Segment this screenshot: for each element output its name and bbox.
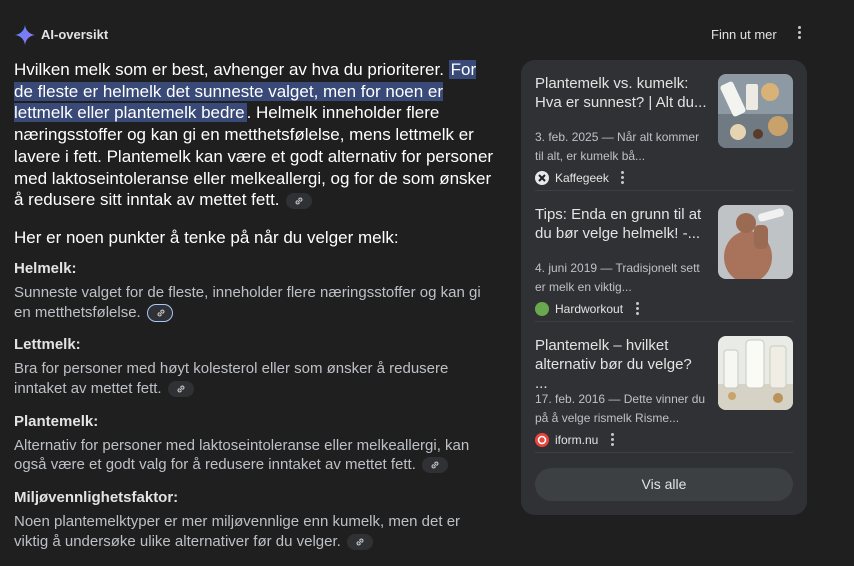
point-plantemelk: Plantemelk: Alternativ for personer med … (14, 413, 494, 475)
source-site[interactable]: iform.nu (535, 432, 616, 448)
source-options-icon[interactable] (619, 170, 627, 186)
point-title: Miljøvennlighetsfaktor: (14, 489, 179, 507)
point-title: Lettmelk: (14, 336, 81, 354)
point-text: Alternativ for personer med laktoseintol… (14, 436, 470, 474)
source-site[interactable]: Hardworkout (535, 301, 641, 317)
ai-overview-header: AI-oversikt Finn ut mer (14, 22, 814, 48)
source-site[interactable]: Kaffegeek (535, 170, 627, 186)
gemini-spark-icon (14, 24, 36, 46)
source-snippet: 17. feb. 2016 — Dette vinner du på å vel… (535, 392, 706, 425)
citation-link-icon[interactable] (146, 303, 173, 322)
ai-overview-content: Hvilken melk som er best, avhenger av hv… (14, 59, 494, 566)
source-options-icon[interactable] (633, 301, 641, 317)
point-helmelk: Helmelk: Sunneste valget for de fleste, … (14, 260, 494, 322)
source-site-name: iform.nu (555, 433, 599, 447)
source-title[interactable]: Plantemelk vs. kumelk: Hva er sunnest? |… (535, 74, 707, 112)
citation-link-icon[interactable] (286, 192, 313, 209)
point-text: Noen plantemelktyper er mer miljøvennlig… (14, 513, 461, 550)
point-lettmelk: Lettmelk: Bra for personer med høyt kole… (14, 336, 494, 398)
source-thumbnail[interactable] (718, 205, 793, 279)
source-card[interactable]: Plantemelk – hvilket alternativ bør du v… (535, 336, 793, 454)
intro-paragraph: Hvilken melk som er best, avhenger av hv… (14, 59, 494, 211)
source-snippet: 3. feb. 2025 — Når alt kommer til alt, e… (535, 130, 700, 163)
point-text: Bra for personer med høyt kolesterol ell… (14, 360, 449, 398)
divider (535, 452, 793, 453)
hardworkout-favicon-icon (535, 302, 549, 316)
source-site-name: Kaffegeek (555, 171, 609, 185)
citation-link-icon[interactable] (422, 457, 449, 474)
points-heading: Her er noen punkter å tenke på når du ve… (14, 227, 399, 247)
point-miljo: Miljøvennlighetsfaktor: Noen plantemelkt… (14, 489, 494, 551)
divider (535, 190, 793, 191)
intro-text-start: Hvilken melk som er best, avhenger av hv… (14, 60, 449, 79)
iform-favicon-icon (535, 433, 549, 447)
point-text: Sunneste valget for de fleste, inneholde… (14, 283, 481, 322)
source-snippet: 4. juni 2019 — Tradisjonelt sett er melk… (535, 261, 700, 294)
ai-overview-title: AI-oversikt (41, 27, 109, 42)
divider (535, 321, 793, 322)
show-all-button[interactable]: Vis alle (535, 468, 793, 501)
citation-link-icon[interactable] (167, 381, 194, 398)
source-card[interactable]: Tips: Enda en grunn til at du bør velge … (535, 205, 793, 323)
citation-link-icon[interactable] (347, 533, 373, 550)
more-options-icon[interactable] (794, 26, 804, 42)
source-options-icon[interactable] (608, 432, 616, 448)
source-thumbnail[interactable] (718, 336, 793, 410)
point-title: Plantemelk: (14, 412, 99, 430)
source-card[interactable]: Plantemelk vs. kumelk: Hva er sunnest? |… (535, 74, 793, 192)
source-site-name: Hardworkout (555, 302, 624, 316)
source-title[interactable]: Tips: Enda en grunn til at du bør velge … (535, 205, 707, 243)
point-title: Helmelk: (14, 259, 77, 277)
learn-more-link[interactable]: Finn ut mer (711, 27, 777, 42)
kaffegeek-favicon-icon (535, 171, 549, 185)
source-thumbnail[interactable] (718, 74, 793, 148)
source-title[interactable]: Plantemelk – hvilket alternativ bør du v… (535, 336, 707, 393)
sources-panel: Plantemelk vs. kumelk: Hva er sunnest? |… (521, 60, 807, 515)
